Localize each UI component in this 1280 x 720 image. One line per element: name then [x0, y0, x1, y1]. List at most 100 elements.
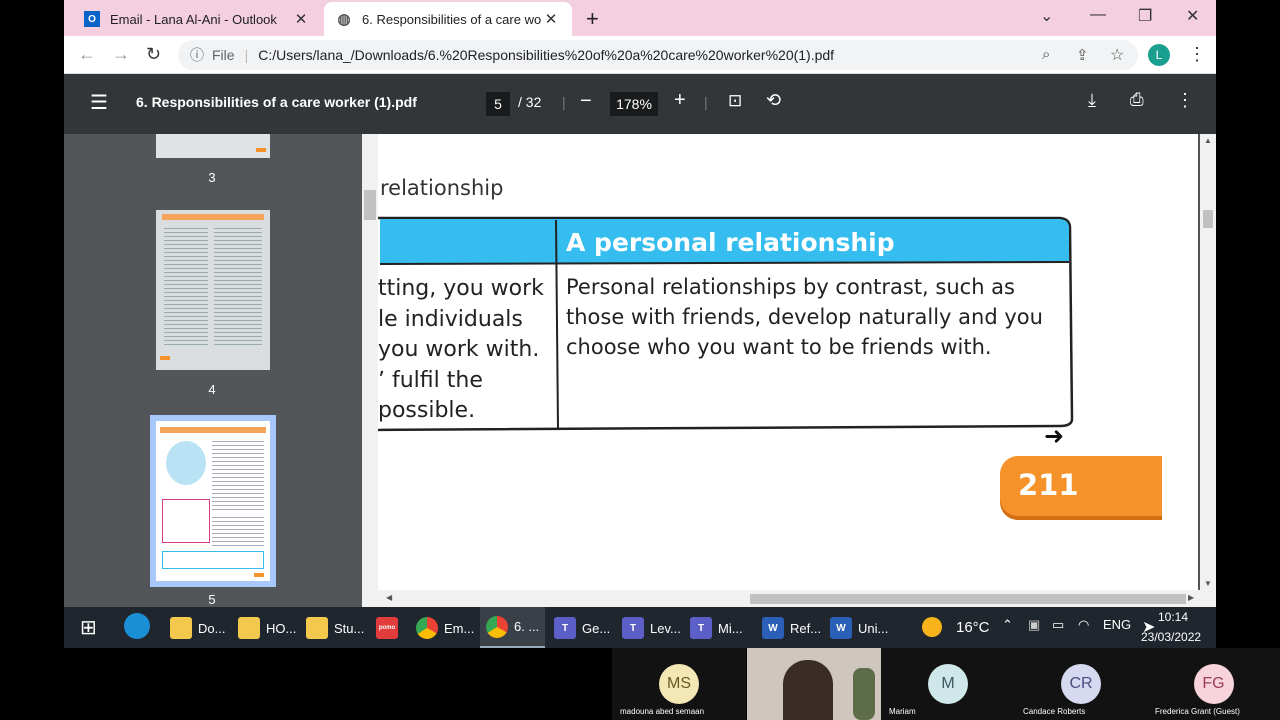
cell-line: Personal relationships by contrast, such…: [566, 275, 1015, 299]
scroll-thumb[interactable]: [750, 594, 1186, 604]
scroll-up-arrow[interactable]: ▲: [1204, 136, 1212, 145]
participant-video-tile[interactable]: [747, 648, 881, 720]
scroll-left-arrow[interactable]: ◀: [386, 593, 392, 602]
language-indicator[interactable]: ENG: [1103, 617, 1131, 632]
page-heading: relationship: [380, 176, 504, 200]
taskbar-item-teams[interactable]: T Ge...: [554, 617, 610, 639]
participant-tile[interactable]: M Mariam: [881, 648, 1015, 720]
more-options-icon[interactable]: ⋮: [1176, 90, 1194, 111]
globe-icon: ◍: [337, 11, 351, 28]
sidebar-scrollbar[interactable]: [362, 134, 378, 590]
forward-button[interactable]: →: [112, 44, 130, 65]
tray-chevron-icon[interactable]: ⌃: [1002, 617, 1013, 633]
reload-button[interactable]: ↻: [146, 44, 161, 65]
fit-page-icon[interactable]: ⊡: [728, 91, 742, 111]
windows-taskbar: ⊞ Do... HO... Stu... pomo Em... 6. ... T…: [64, 607, 1216, 648]
table-column-header: A personal relationship: [566, 228, 895, 257]
tab-strip: O Email - Lana Al-Ani - Outlook ✕ ◍ 6. R…: [64, 0, 1216, 36]
bookmark-star-icon[interactable]: ☆: [1110, 45, 1124, 65]
url-input[interactable]: ⓘ File | C:/Users/lana_/Downloads/6.%20R…: [178, 40, 1138, 70]
zoom-input[interactable]: 178%: [610, 92, 658, 116]
start-button[interactable]: ⊞: [80, 615, 97, 640]
participant-name: Candace Roberts: [1023, 707, 1086, 716]
share-icon[interactable]: ⇪: [1076, 46, 1089, 64]
taskbar-label: Stu...: [334, 620, 365, 636]
zoom-out-button[interactable]: −: [580, 90, 592, 113]
taskbar-item-folder[interactable]: Do...: [170, 617, 225, 639]
participant-video: [783, 660, 833, 720]
chrome-icon: [486, 615, 508, 638]
menu-kebab-icon[interactable]: ⋮: [1188, 44, 1206, 65]
folder-icon: [170, 617, 192, 639]
close-tab-icon[interactable]: ✕: [292, 10, 310, 28]
folder-icon: [238, 617, 260, 639]
taskbar-label: 6. ...: [514, 619, 540, 634]
profile-avatar[interactable]: L: [1148, 44, 1170, 66]
scroll-thumb[interactable]: [364, 190, 376, 220]
restore-button[interactable]: ❐: [1138, 6, 1152, 26]
info-icon[interactable]: ⓘ: [190, 45, 204, 65]
tab-outlook[interactable]: O Email - Lana Al-Ani - Outlook ✕: [72, 2, 322, 36]
document-view: relationship A personal relationship tti…: [362, 134, 1216, 607]
arrow-right-icon: ➜: [1044, 423, 1065, 450]
tab-pdf[interactable]: ◍ 6. Responsibilities of a care worke ✕: [324, 2, 572, 36]
taskbar-item-teams[interactable]: T Lev...: [622, 617, 681, 639]
scroll-thumb[interactable]: [1203, 210, 1213, 228]
taskbar-item-chrome-active[interactable]: 6. ...: [480, 607, 546, 648]
wifi-icon[interactable]: ◠: [1078, 617, 1089, 633]
participant-tile[interactable]: FG Frederica Grant (Guest): [1147, 648, 1280, 720]
page-thumbnail-3[interactable]: [156, 134, 270, 158]
zoom-icon[interactable]: ⌕: [1042, 46, 1050, 63]
participant-tile[interactable]: MS madouna abed semaan: [612, 648, 746, 720]
taskbar-item-chrome[interactable]: Em...: [416, 617, 474, 639]
weather-temp: 16°C: [956, 618, 990, 636]
taskbar-label: HO...: [266, 620, 297, 636]
page-total: / 32: [518, 94, 542, 110]
tab-title: Email - Lana Al-Ani - Outlook: [110, 11, 277, 27]
new-tab-button[interactable]: +: [586, 6, 599, 32]
taskbar-label: Em...: [444, 620, 475, 636]
hamburger-menu-icon[interactable]: ☰: [90, 90, 108, 115]
taskbar-item-folder[interactable]: HO...: [238, 617, 296, 639]
taskbar-item-word[interactable]: W Ref...: [762, 617, 821, 639]
vertical-scrollbar[interactable]: ▲ ▼: [1200, 134, 1216, 590]
clock-time[interactable]: 10:14: [1158, 610, 1188, 624]
close-tab-icon[interactable]: ✕: [542, 10, 560, 28]
plant-image: [853, 668, 875, 720]
taskbar-item-folder[interactable]: Stu...: [306, 617, 364, 639]
tab-search-icon[interactable]: ⌄: [1040, 6, 1053, 26]
pdf-toolbar: ☰ 6. Responsibilities of a care worker (…: [64, 74, 1216, 134]
zoom-in-button[interactable]: +: [674, 89, 686, 112]
edge-icon[interactable]: [124, 613, 156, 639]
tray-meet-icon[interactable]: ▣: [1028, 617, 1040, 633]
pomodoro-app-icon[interactable]: pomo: [376, 617, 404, 639]
teams-icon: T: [554, 617, 576, 639]
participant-avatar: FG: [1193, 664, 1234, 704]
rotate-icon[interactable]: ⟲: [766, 90, 781, 111]
print-icon[interactable]: ⎙: [1130, 90, 1144, 110]
download-icon[interactable]: ⤓: [1088, 90, 1096, 111]
back-button[interactable]: ←: [78, 44, 96, 65]
sun-icon: [922, 617, 942, 637]
horizontal-scrollbar[interactable]: ◀ ▶: [362, 590, 1216, 607]
taskbar-item-teams[interactable]: T Mi...: [690, 617, 743, 639]
scroll-right-arrow[interactable]: ▶: [1188, 593, 1194, 602]
divider: |: [244, 47, 249, 63]
battery-icon[interactable]: ▭: [1052, 617, 1064, 633]
scroll-down-arrow[interactable]: ▼: [1204, 579, 1212, 588]
taskbar-item-word[interactable]: W Uni...: [830, 617, 888, 639]
page-number-input[interactable]: 5: [486, 92, 510, 116]
browser-window: O Email - Lana Al-Ani - Outlook ✕ ◍ 6. R…: [64, 0, 1216, 607]
close-window-button[interactable]: ✕: [1186, 6, 1199, 26]
taskbar-label: Ge...: [582, 620, 611, 636]
minimize-button[interactable]: —: [1090, 6, 1106, 24]
page-thumbnail-5-selected[interactable]: [150, 415, 276, 587]
cell-line: ʼ fulfil the: [378, 367, 483, 393]
participant-avatar: CR: [1061, 664, 1101, 704]
table-cell-personal: Personal relationships by contrast, such…: [566, 272, 1043, 362]
page-thumbnail-4[interactable]: [156, 210, 270, 370]
mouse-cursor-icon: ➤: [1142, 619, 1156, 636]
pdf-page: relationship A personal relationship tti…: [362, 134, 1198, 590]
participant-tile[interactable]: CR Candace Roberts: [1015, 648, 1147, 720]
weather-widget[interactable]: 16°C: [922, 617, 990, 637]
